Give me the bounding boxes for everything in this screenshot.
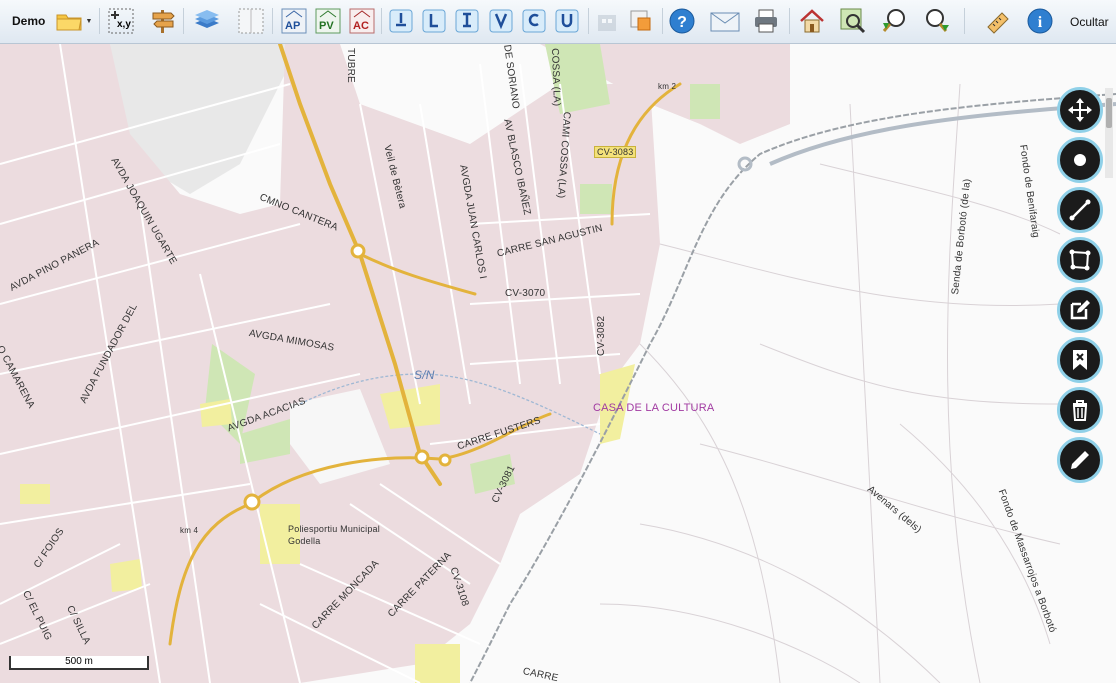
- pencil-icon: [1071, 451, 1089, 469]
- toolbar-separator: [964, 8, 965, 34]
- project-title: Demo: [12, 14, 46, 28]
- move-arrows-icon: [1068, 98, 1092, 122]
- toolbar-separator: [272, 8, 273, 34]
- ac-label: AC: [353, 20, 369, 32]
- measure-button[interactable]: [983, 6, 1013, 36]
- edit-icon: [1070, 300, 1090, 320]
- map-zoom-icon: [840, 8, 866, 34]
- ap-button[interactable]: AP: [279, 6, 309, 36]
- tool-c-icon: [455, 9, 479, 33]
- edit-feature-button[interactable]: [1057, 287, 1103, 333]
- hide-toolbar-link[interactable]: Ocultar: [1070, 15, 1109, 29]
- coordinates-button[interactable]: x,y: [106, 6, 136, 36]
- tool-f-button[interactable]: [552, 6, 582, 36]
- zoom-extent-button[interactable]: [838, 6, 868, 36]
- map-scrollbar[interactable]: [1104, 88, 1114, 178]
- layers-button[interactable]: [192, 6, 222, 36]
- street-label: COSSA (LA): [549, 48, 563, 107]
- overlay-icon: [630, 10, 651, 31]
- svg-text:i: i: [1038, 14, 1043, 31]
- folder-icon: [56, 14, 82, 31]
- legend-button[interactable]: [236, 6, 266, 36]
- poi-label: Godella: [288, 536, 321, 546]
- svg-text:?: ?: [677, 14, 687, 31]
- envelope-icon: [710, 12, 740, 32]
- home-icon: [800, 9, 824, 33]
- tool-b-button[interactable]: [419, 6, 449, 36]
- overlay-tool-button[interactable]: [626, 6, 656, 36]
- help-icon: ?: [669, 8, 695, 34]
- ruler-icon: [987, 12, 1009, 34]
- toolbar-separator: [381, 8, 382, 34]
- tool-e-button[interactable]: [519, 6, 549, 36]
- trash-icon: [1072, 400, 1088, 421]
- toolbar-separator: [662, 8, 663, 34]
- road-label: CV-3082: [596, 315, 607, 356]
- toolbar: Demo ▼ x,y AP PV AC ? i Ocultar: [0, 0, 1116, 44]
- ac-button[interactable]: AC: [347, 6, 377, 36]
- toolbar-separator: [183, 8, 184, 34]
- tool-c-button[interactable]: [452, 6, 482, 36]
- polygon-icon: [1069, 249, 1091, 271]
- print-button[interactable]: [751, 6, 781, 36]
- disabled-tool-button[interactable]: [592, 6, 622, 36]
- toolbar-separator: [588, 8, 589, 34]
- tool-d-button[interactable]: [486, 6, 516, 36]
- pv-label: PV: [319, 20, 334, 32]
- tool-a-button[interactable]: [386, 6, 416, 36]
- draw-polygon-button[interactable]: [1057, 237, 1103, 283]
- tag-remove-icon: [1073, 350, 1087, 370]
- draw-line-button[interactable]: [1057, 187, 1103, 233]
- delete-vertex-button[interactable]: [1057, 337, 1103, 383]
- stream-label: S/N: [414, 368, 435, 382]
- building-icon: [598, 15, 616, 31]
- draw-point-button[interactable]: [1057, 137, 1103, 183]
- tool-b-icon: [422, 9, 446, 33]
- printer-icon: [755, 9, 777, 33]
- layers-icon: [195, 10, 219, 28]
- legend-icon: [238, 8, 264, 34]
- km-marker-label: km 2: [658, 82, 677, 91]
- road-shield-label: CV-3083: [594, 146, 637, 158]
- scale-bar: 500 m: [9, 656, 149, 670]
- tool-f-icon: [555, 9, 579, 33]
- point-icon: [1074, 154, 1086, 166]
- signpost-icon: [152, 10, 175, 33]
- zoom-forward-icon: [926, 9, 949, 32]
- zoom-previous-button[interactable]: [880, 6, 910, 36]
- pv-button[interactable]: PV: [313, 6, 343, 36]
- info-button[interactable]: i: [1025, 6, 1055, 36]
- signpost-button[interactable]: [148, 6, 178, 36]
- zoom-next-button[interactable]: [922, 6, 952, 36]
- email-button[interactable]: [708, 6, 742, 36]
- line-icon: [1069, 199, 1091, 221]
- toolbar-separator: [99, 8, 100, 34]
- coordinates-label: x,y: [117, 19, 131, 30]
- help-button[interactable]: ?: [667, 6, 697, 36]
- poi-label: Poliesportiu Municipal: [288, 524, 380, 534]
- ap-label: AP: [285, 20, 301, 32]
- zoom-back-icon: [882, 9, 905, 32]
- open-folder-button[interactable]: ▼: [50, 6, 94, 36]
- toolbar-separator: [789, 8, 790, 34]
- info-icon: i: [1027, 8, 1053, 34]
- road-label: CV-3070: [505, 288, 546, 299]
- tool-e-icon: [522, 9, 546, 33]
- map-viewer-app: Demo ▼ x,y AP PV AC ? i Ocultar AVDA JOA…: [0, 0, 1116, 683]
- map-canvas[interactable]: AVDA JOAQUIN UGARTE AVDA PINO PANERA AVD…: [0, 44, 1116, 683]
- chevron-down-icon: ▼: [85, 17, 93, 25]
- tool-d-icon: [489, 9, 513, 33]
- tool-a-icon: [389, 9, 413, 33]
- home-button[interactable]: [797, 6, 827, 36]
- km-marker-label: km 4: [180, 526, 199, 535]
- street-label: TUBRE: [345, 48, 356, 83]
- delete-all-button[interactable]: [1057, 387, 1103, 433]
- poi-label: CASA DE LA CULTURA: [593, 402, 715, 414]
- pan-tool-button[interactable]: [1057, 87, 1103, 133]
- pencil-tool-button[interactable]: [1057, 437, 1103, 483]
